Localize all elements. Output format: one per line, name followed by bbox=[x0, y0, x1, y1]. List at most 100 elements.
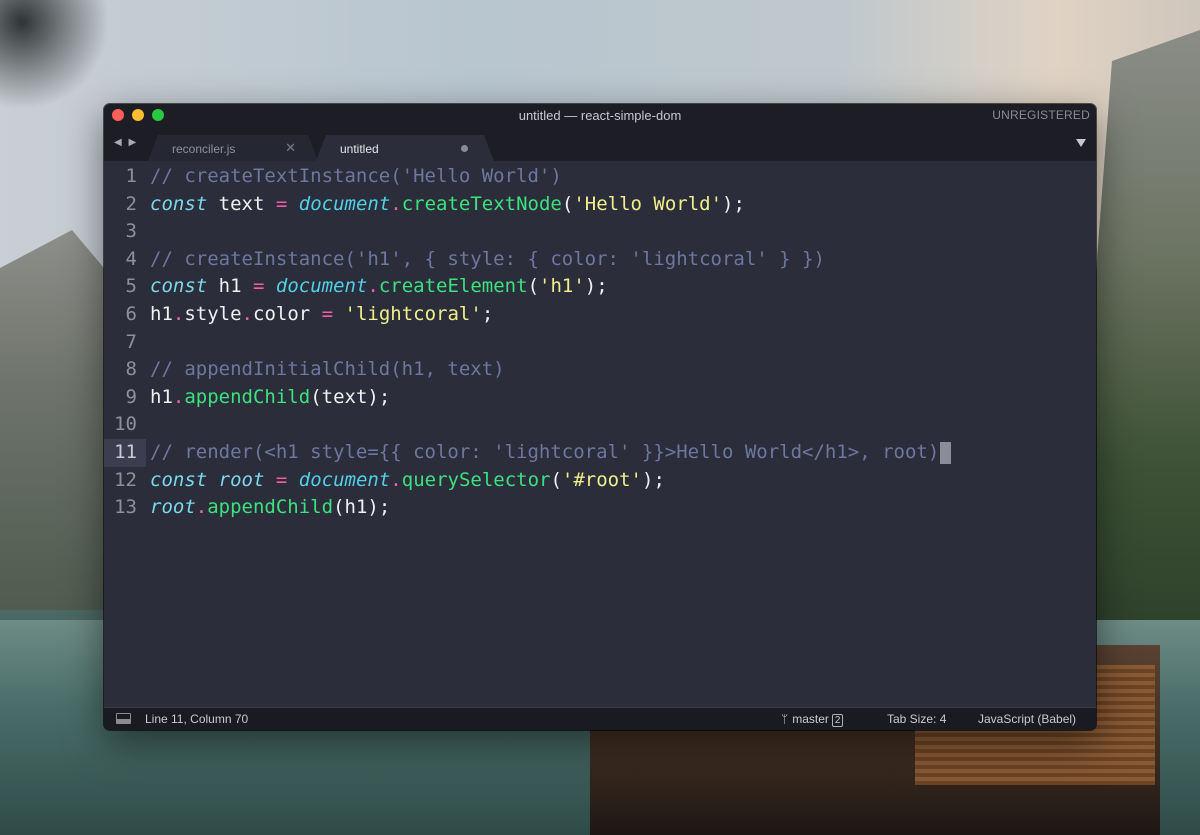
panel-toggle-icon[interactable] bbox=[116, 713, 131, 724]
code-line[interactable]: 3 bbox=[104, 218, 1096, 246]
git-branch-icon: ᛘ bbox=[781, 712, 789, 726]
line-number: 10 bbox=[114, 413, 137, 436]
window-title: untitled — react-simple-dom bbox=[518, 108, 682, 123]
code-token-str: 'Hello World' bbox=[573, 192, 723, 215]
code-token-plain: ); bbox=[642, 468, 665, 491]
code-token-kw: const bbox=[150, 275, 208, 298]
line-number: 8 bbox=[125, 358, 137, 381]
code-token-op: = bbox=[252, 275, 265, 298]
code-line[interactable]: 13 root.appendChild(h1); bbox=[104, 494, 1096, 522]
code-line[interactable]: 4 // createInstance('h1', { style: { colo… bbox=[104, 246, 1096, 274]
code-token-op: . bbox=[390, 192, 402, 215]
line-code: root.appendChild(h1); bbox=[146, 494, 390, 522]
code-line[interactable]: 8 // appendInitialChild(h1, text) bbox=[104, 356, 1096, 384]
line-number: 12 bbox=[114, 468, 137, 491]
code-line[interactable]: 1 // createTextInstance('Hello World') bbox=[104, 163, 1096, 191]
triangle-down-icon[interactable] bbox=[1076, 139, 1086, 147]
code-token-plain: ( bbox=[527, 275, 540, 298]
line-code: // createInstance('h1', { style: { color… bbox=[146, 246, 825, 274]
code-token-op: = bbox=[275, 192, 288, 215]
line-number: 3 bbox=[125, 220, 137, 243]
line-code: h1.style.color = 'lightcoral'; bbox=[146, 301, 493, 329]
code-token-op: . bbox=[172, 385, 185, 408]
line-number: 7 bbox=[125, 330, 137, 353]
tab-label: untitled bbox=[340, 142, 379, 156]
code-line[interactable]: 5 const h1 = document.createElement('h1')… bbox=[104, 273, 1096, 301]
tab-bar: ◀ ▶ reconciler.js ✕ untitled bbox=[104, 128, 1096, 161]
code-token-comment: // render(<h1 style={{ color: 'lightcora… bbox=[150, 441, 940, 463]
code-token-fn: createTextNode bbox=[401, 192, 562, 215]
code-token-plain: ( bbox=[550, 468, 562, 491]
line-code: h1.appendChild(text); bbox=[146, 384, 390, 412]
code-token-plain: ); bbox=[722, 192, 745, 215]
code-token-str: 'h1' bbox=[539, 275, 585, 298]
line-number: 6 bbox=[125, 303, 137, 325]
tab-label: reconciler.js bbox=[172, 142, 236, 156]
close-tab-icon[interactable]: ✕ bbox=[285, 140, 296, 156]
code-token-comment: // createTextInstance('Hello World') bbox=[150, 165, 562, 187]
tab-size-selector[interactable]: Tab Size: 4 bbox=[887, 712, 946, 726]
code-token-kw: root bbox=[218, 468, 265, 491]
line-code: const text = document.createTextNode('He… bbox=[146, 191, 745, 219]
line-code: // render(<h1 style={{ color: 'lightcora… bbox=[146, 439, 952, 467]
code-token-kw: const bbox=[150, 468, 208, 491]
text-cursor bbox=[940, 441, 952, 464]
unsaved-dot-icon[interactable] bbox=[461, 145, 468, 152]
code-line[interactable]: 9 h1.appendChild(text); bbox=[104, 384, 1096, 412]
code-line[interactable]: 10 bbox=[104, 411, 1096, 439]
line-code: // createTextInstance('Hello World') bbox=[146, 163, 562, 191]
tab-reconciler-js[interactable]: reconciler.js ✕ bbox=[148, 135, 318, 161]
code-token-op: . bbox=[390, 468, 402, 491]
line-number: 1 bbox=[125, 165, 137, 187]
tab-nav-arrows-icon[interactable]: ◀ ▶ bbox=[114, 137, 138, 148]
code-token-str: 'lightcoral' bbox=[344, 303, 482, 325]
git-branch-status[interactable]: ᛘ master 2 bbox=[781, 712, 844, 727]
code-token-comment: // createInstance('h1', { style: { color… bbox=[150, 247, 825, 270]
line-number: 11 bbox=[104, 439, 146, 467]
code-token-fn: querySelector bbox=[401, 468, 551, 491]
code-token-kw: const bbox=[150, 192, 208, 215]
code-token-plain: color bbox=[253, 303, 322, 325]
line-number: 2 bbox=[125, 192, 137, 215]
code-token-op: = bbox=[275, 468, 288, 491]
code-token-doc: document bbox=[298, 468, 391, 491]
code-token-plain: ; bbox=[481, 303, 494, 325]
code-line[interactable]: 6 h1.style.color = 'lightcoral'; bbox=[104, 301, 1096, 329]
code-token-plain: (h1); bbox=[333, 496, 391, 519]
branch-name: master bbox=[792, 712, 829, 726]
code-token-kw: root bbox=[150, 496, 196, 519]
cursor-position[interactable]: Line 11, Column 70 bbox=[145, 712, 248, 726]
code-line[interactable]: 7 bbox=[104, 329, 1096, 357]
code-token-fn: appendChild bbox=[184, 385, 311, 408]
syntax-selector[interactable]: JavaScript (Babel) bbox=[978, 712, 1076, 726]
editor-window: untitled — react-simple-dom UNREGISTERED… bbox=[104, 104, 1096, 730]
code-token-fn: createElement bbox=[378, 275, 528, 298]
code-token-doc: document bbox=[298, 192, 391, 215]
code-token-op: . bbox=[241, 303, 253, 325]
code-token-fn: appendChild bbox=[207, 496, 334, 519]
line-number: 9 bbox=[125, 385, 137, 408]
code-token-doc: document bbox=[275, 275, 368, 298]
code-line[interactable]: 11// render(<h1 style={{ color: 'lightco… bbox=[104, 439, 1096, 467]
code-line[interactable]: 12 const root = document.querySelector('#… bbox=[104, 467, 1096, 495]
title-bar[interactable]: untitled — react-simple-dom UNREGISTERED bbox=[104, 104, 1096, 128]
code-token-str: '#root' bbox=[561, 468, 642, 491]
code-token-plain: h1 bbox=[150, 385, 173, 408]
wallpaper-tree bbox=[0, 0, 110, 110]
changes-badge: 2 bbox=[831, 714, 844, 727]
code-editor[interactable]: 1 // createTextInstance('Hello World') 2 co… bbox=[104, 161, 1096, 708]
code-token-op: . bbox=[172, 303, 185, 325]
code-token-plain: ( bbox=[561, 192, 574, 215]
code-token-plain: style bbox=[184, 303, 242, 325]
code-token-plain: (text); bbox=[310, 385, 391, 408]
wallpaper-mountain-left bbox=[0, 230, 120, 610]
code-line[interactable]: 2 const text = document.createTextNode('H… bbox=[104, 191, 1096, 219]
registration-status: UNREGISTERED bbox=[992, 108, 1090, 122]
code-token-plain: h1 bbox=[150, 303, 173, 325]
tab-untitled[interactable]: untitled bbox=[316, 135, 494, 161]
code-token-op: . bbox=[367, 275, 379, 298]
